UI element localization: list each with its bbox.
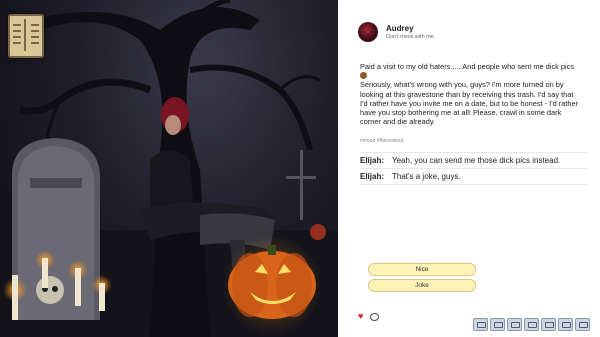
prefs-icon[interactable] bbox=[541, 318, 556, 331]
post-tags: #mood #fhereabout bbox=[360, 138, 404, 144]
post-text-part-1: Paid a visit to my old haters..... And p… bbox=[360, 62, 575, 71]
phone-icon[interactable] bbox=[490, 318, 505, 331]
comment-author: Elijah: bbox=[360, 156, 385, 165]
load-icon[interactable] bbox=[524, 318, 539, 331]
settings-icon[interactable] bbox=[575, 318, 590, 331]
journal-icon[interactable] bbox=[8, 14, 44, 58]
log-icon[interactable] bbox=[558, 318, 573, 331]
game-scene bbox=[0, 0, 338, 337]
comment-text: Yeah, you can send me those dick pics in… bbox=[392, 156, 561, 165]
avatar[interactable] bbox=[358, 22, 378, 42]
post-text: Paid a visit to my old haters..... And p… bbox=[360, 62, 582, 126]
post-header: Audrey Don't mess with me bbox=[358, 22, 434, 42]
social-media-panel: Audrey Don't mess with me Paid a visit t… bbox=[338, 0, 600, 337]
comment-author: Elijah: bbox=[360, 172, 385, 181]
comment-text: That's a joke, guys. bbox=[392, 172, 461, 181]
post-reactions: ♥ bbox=[358, 312, 380, 321]
author-status: Don't mess with me bbox=[386, 34, 434, 40]
choice-joke-button[interactable]: Joke bbox=[368, 279, 476, 292]
graveyard-illustration bbox=[0, 0, 338, 337]
post-text-part-2: Seriously, what's wrong with you, guys? … bbox=[360, 80, 579, 127]
gallery-icon[interactable] bbox=[473, 318, 488, 331]
choice-nice-button[interactable]: Nice bbox=[368, 263, 476, 276]
game-toolbar bbox=[473, 318, 590, 331]
comment-icon[interactable] bbox=[370, 312, 380, 321]
reply-choices: Nice Joke bbox=[368, 263, 476, 295]
comment: Elijah: That's a joke, guys. bbox=[360, 169, 588, 185]
save-icon[interactable] bbox=[507, 318, 522, 331]
author-name: Audrey bbox=[386, 24, 414, 33]
comment: Elijah: Yeah, you can send me those dick… bbox=[360, 152, 588, 169]
comment-list: Elijah: Yeah, you can send me those dick… bbox=[360, 152, 588, 185]
heart-icon[interactable]: ♥ bbox=[358, 312, 363, 321]
poop-emoji-icon bbox=[360, 72, 367, 80]
